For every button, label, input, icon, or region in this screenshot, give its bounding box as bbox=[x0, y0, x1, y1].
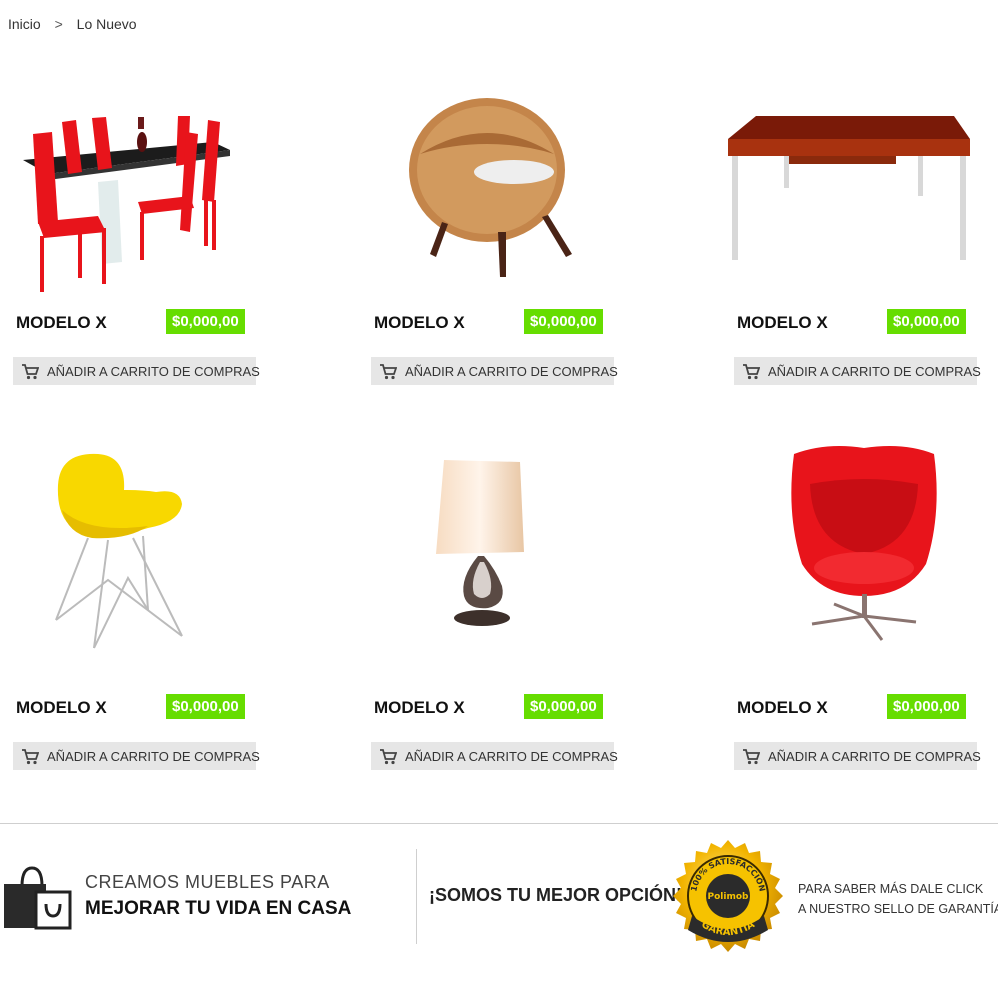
breadcrumb-separator: > bbox=[54, 16, 63, 32]
add-to-cart-label: AÑADIR A CARRITO DE COMPRAS bbox=[405, 363, 618, 379]
footer-divider bbox=[0, 823, 998, 824]
cart-icon bbox=[380, 363, 397, 379]
lamp-image[interactable] bbox=[432, 458, 528, 630]
cart-icon bbox=[743, 748, 760, 764]
product-title[interactable]: MODELO X bbox=[374, 698, 465, 718]
breadcrumb-current: Lo Nuevo bbox=[76, 16, 137, 32]
seal-info-text[interactable]: PARA SABER MÁS DALE CLICK A NUESTRO SELL… bbox=[798, 879, 998, 919]
shopping-bag-icon bbox=[4, 866, 72, 930]
price-badge: $0,000,00 bbox=[887, 694, 966, 719]
dining-set-image[interactable] bbox=[18, 112, 238, 297]
price-badge: $0,000,00 bbox=[887, 309, 966, 334]
footer-tagline-line2: MEJORAR TU VIDA EN CASA bbox=[85, 898, 352, 919]
price-badge: $0,000,00 bbox=[524, 309, 603, 334]
product-title[interactable]: MODELO X bbox=[737, 313, 828, 333]
footer-slogan: ¡SOMOS TU MEJOR OPCIÓN! bbox=[429, 885, 683, 905]
product-title[interactable]: MODELO X bbox=[374, 313, 465, 333]
product-title[interactable]: MODELO X bbox=[16, 313, 107, 333]
yellow-chair-image[interactable] bbox=[48, 450, 190, 660]
footer-vertical-divider bbox=[416, 849, 417, 944]
add-to-cart-button[interactable]: AÑADIR A CARRITO DE COMPRAS bbox=[371, 357, 618, 385]
price-badge: $0,000,00 bbox=[524, 694, 603, 719]
add-to-cart-label: AÑADIR A CARRITO DE COMPRAS bbox=[47, 363, 260, 379]
product-title[interactable]: MODELO X bbox=[737, 698, 828, 718]
table-image[interactable] bbox=[726, 114, 974, 264]
add-to-cart-label: AÑADIR A CARRITO DE COMPRAS bbox=[47, 748, 260, 764]
add-to-cart-button[interactable]: AÑADIR A CARRITO DE COMPRAS bbox=[13, 357, 260, 385]
product-title[interactable]: MODELO X bbox=[16, 698, 107, 718]
guarantee-seal-icon[interactable]: 100% SATISFACCIÓN Polimob GARANTÍA bbox=[670, 838, 786, 954]
egg-chair-image[interactable] bbox=[786, 444, 942, 644]
cart-icon bbox=[22, 363, 39, 379]
price-badge: $0,000,00 bbox=[166, 694, 245, 719]
price-badge: $0,000,00 bbox=[166, 309, 245, 334]
seal-info-line2: A NUESTRO SELLO DE GARANTÍA bbox=[798, 902, 998, 916]
footer-tagline-line1: CREAMOS MUEBLES PARA bbox=[85, 872, 330, 892]
add-to-cart-label: AÑADIR A CARRITO DE COMPRAS bbox=[768, 748, 981, 764]
add-to-cart-button[interactable]: AÑADIR A CARRITO DE COMPRAS bbox=[371, 742, 618, 770]
add-to-cart-label: AÑADIR A CARRITO DE COMPRAS bbox=[768, 363, 981, 379]
seal-brand: Polimob bbox=[708, 892, 750, 902]
add-to-cart-button[interactable]: AÑADIR A CARRITO DE COMPRAS bbox=[13, 742, 260, 770]
cart-icon bbox=[380, 748, 397, 764]
cart-icon bbox=[743, 363, 760, 379]
add-to-cart-label: AÑADIR A CARRITO DE COMPRAS bbox=[405, 748, 618, 764]
cart-icon bbox=[22, 748, 39, 764]
add-to-cart-button[interactable]: AÑADIR A CARRITO DE COMPRAS bbox=[734, 357, 981, 385]
breadcrumb-home-link[interactable]: Inicio bbox=[8, 16, 41, 32]
add-to-cart-button[interactable]: AÑADIR A CARRITO DE COMPRAS bbox=[734, 742, 981, 770]
wicker-chair-image[interactable] bbox=[402, 92, 582, 282]
breadcrumb: Inicio > Lo Nuevo bbox=[8, 16, 137, 32]
seal-info-line1: PARA SABER MÁS DALE CLICK bbox=[798, 882, 984, 896]
